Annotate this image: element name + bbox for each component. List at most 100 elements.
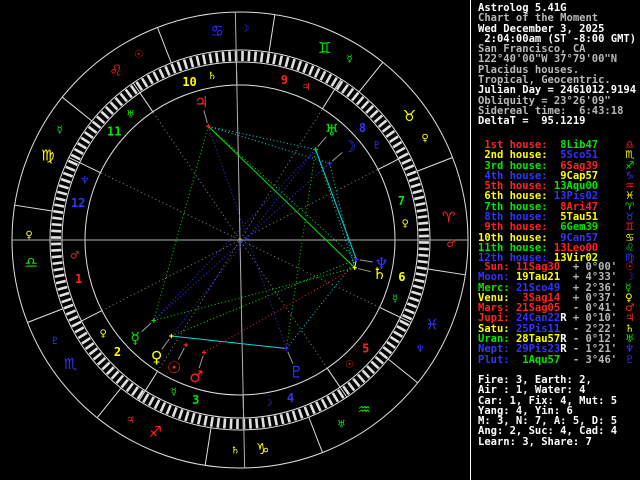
planet-label: Plut: xyxy=(478,353,516,366)
degree-tick xyxy=(201,54,207,65)
degree-tick xyxy=(110,370,120,380)
degree-tick xyxy=(392,140,403,149)
sign-glyph-virgo: ♍ xyxy=(41,146,54,164)
degree-tick xyxy=(60,177,71,184)
sign-boundary xyxy=(416,157,453,172)
house-number-11: 11 xyxy=(107,125,121,139)
house-number-1: 1 xyxy=(75,272,82,286)
sign-glyph-libra: ♎ xyxy=(25,254,38,272)
sign-boundary xyxy=(358,61,384,93)
aspect-line-moon-jupiter xyxy=(208,125,330,164)
house-ruler-venus-icon: ♀ xyxy=(99,328,106,339)
house-number-6: 6 xyxy=(398,270,405,284)
degree-tick xyxy=(361,369,371,379)
degree-tick xyxy=(182,59,189,70)
degree-tick xyxy=(119,92,128,103)
sign-ruler-sun-icon: ☉ xyxy=(134,49,143,60)
degree-tick xyxy=(77,331,88,340)
degree-tick xyxy=(261,417,266,428)
degree-tick xyxy=(415,201,426,207)
degree-tick xyxy=(325,73,333,84)
degree-tick xyxy=(278,55,284,66)
house-ruler-mercury-icon: ☿ xyxy=(171,387,177,398)
sign-boundary xyxy=(387,358,419,384)
stats-block: Fire: 3, Earth: 2, Air : 1, Water: 4 Car: … xyxy=(478,375,640,448)
degree-tick xyxy=(413,195,425,201)
planet-glyph-uranus: ♅ xyxy=(325,120,339,139)
degree-tick xyxy=(266,53,271,64)
degree-tick xyxy=(120,378,129,389)
degree-tick xyxy=(70,153,81,161)
aspect-line-uranus-pluto xyxy=(285,149,317,349)
degree-tick xyxy=(401,158,412,165)
degree-tick xyxy=(125,382,134,393)
degree-tick xyxy=(101,361,111,371)
degree-tick xyxy=(291,410,298,421)
degree-tick xyxy=(195,55,201,67)
degree-tick xyxy=(393,330,404,338)
degree-tick xyxy=(88,347,99,356)
degree-tick xyxy=(253,51,258,62)
degree-tick xyxy=(396,325,407,333)
planet-pointer-mercury xyxy=(141,322,152,333)
degree-tick xyxy=(366,365,376,375)
degree-tick xyxy=(404,308,415,315)
degree-tick xyxy=(410,182,421,189)
degree-tick xyxy=(273,415,279,426)
house-number-10: 10 xyxy=(182,75,196,89)
sign-boundary xyxy=(27,308,64,323)
aspect-line-neptune-pluto xyxy=(286,258,357,349)
house-ruler-neptune-icon: ♆ xyxy=(80,175,89,186)
degree-tick xyxy=(309,403,316,415)
sign-ruler-saturn-icon: ♄ xyxy=(231,445,240,456)
degree-tick xyxy=(415,272,426,277)
degree-tick xyxy=(303,406,310,417)
stats-line-7: Learn: 3, Share: 7 xyxy=(478,435,592,448)
sign-boundary xyxy=(61,96,93,122)
planet-glyph-sun: ☉ xyxy=(167,358,181,377)
aspect-line-venus-neptune xyxy=(171,258,357,337)
aspect-line-venus-uranus xyxy=(170,149,316,337)
planet-icon: ♇ xyxy=(625,353,635,366)
degree-tick xyxy=(153,399,161,410)
degree-tick xyxy=(386,341,396,349)
degree-tick xyxy=(91,120,102,129)
degree-tick xyxy=(346,87,355,98)
degree-tick xyxy=(411,290,422,296)
degree-tick xyxy=(87,125,98,134)
sign-ruler-venus-icon: ♀ xyxy=(421,133,428,144)
degree-tick xyxy=(408,176,419,183)
house-ruler-pluto-icon: ♇ xyxy=(372,141,381,152)
degree-tick xyxy=(216,417,221,428)
sign-boundary xyxy=(268,14,276,53)
degree-tick xyxy=(54,273,65,279)
planet-pointer-moon xyxy=(331,152,343,162)
degree-tick xyxy=(370,360,380,370)
degree-tick xyxy=(254,418,259,429)
degree-tick xyxy=(170,63,177,74)
degree-tick xyxy=(248,418,252,429)
planet-table: Sun: 11Sag30 + 0°00' ☉ Moon: 19Tau21 + 4°3… xyxy=(478,262,640,365)
degree-tick xyxy=(418,228,429,232)
house-number-8: 8 xyxy=(359,121,366,135)
degree-tick xyxy=(369,109,379,119)
degree-tick xyxy=(184,411,190,422)
degree-tick xyxy=(313,67,321,79)
aspect-line-jupiter-pluto xyxy=(207,126,287,349)
degree-tick xyxy=(55,279,67,285)
degree-tick xyxy=(62,171,74,178)
house-ruler-mars-icon: ♂ xyxy=(70,251,79,262)
house-number-7: 7 xyxy=(398,194,405,208)
degree-tick xyxy=(52,216,63,221)
sign-boundary xyxy=(308,416,323,453)
degree-tick xyxy=(341,84,349,94)
house-ruler-moon-icon: ☽ xyxy=(263,398,272,409)
degree-tick xyxy=(81,336,91,345)
degree-tick xyxy=(296,60,303,71)
sign-ruler-venus-icon: ♀ xyxy=(25,230,32,241)
degree-tick xyxy=(124,88,133,99)
sign-ruler-uranus-icon: ♅ xyxy=(337,420,346,431)
degree-tick xyxy=(104,105,114,115)
degree-tick xyxy=(84,342,95,351)
degree-tick xyxy=(171,406,178,418)
